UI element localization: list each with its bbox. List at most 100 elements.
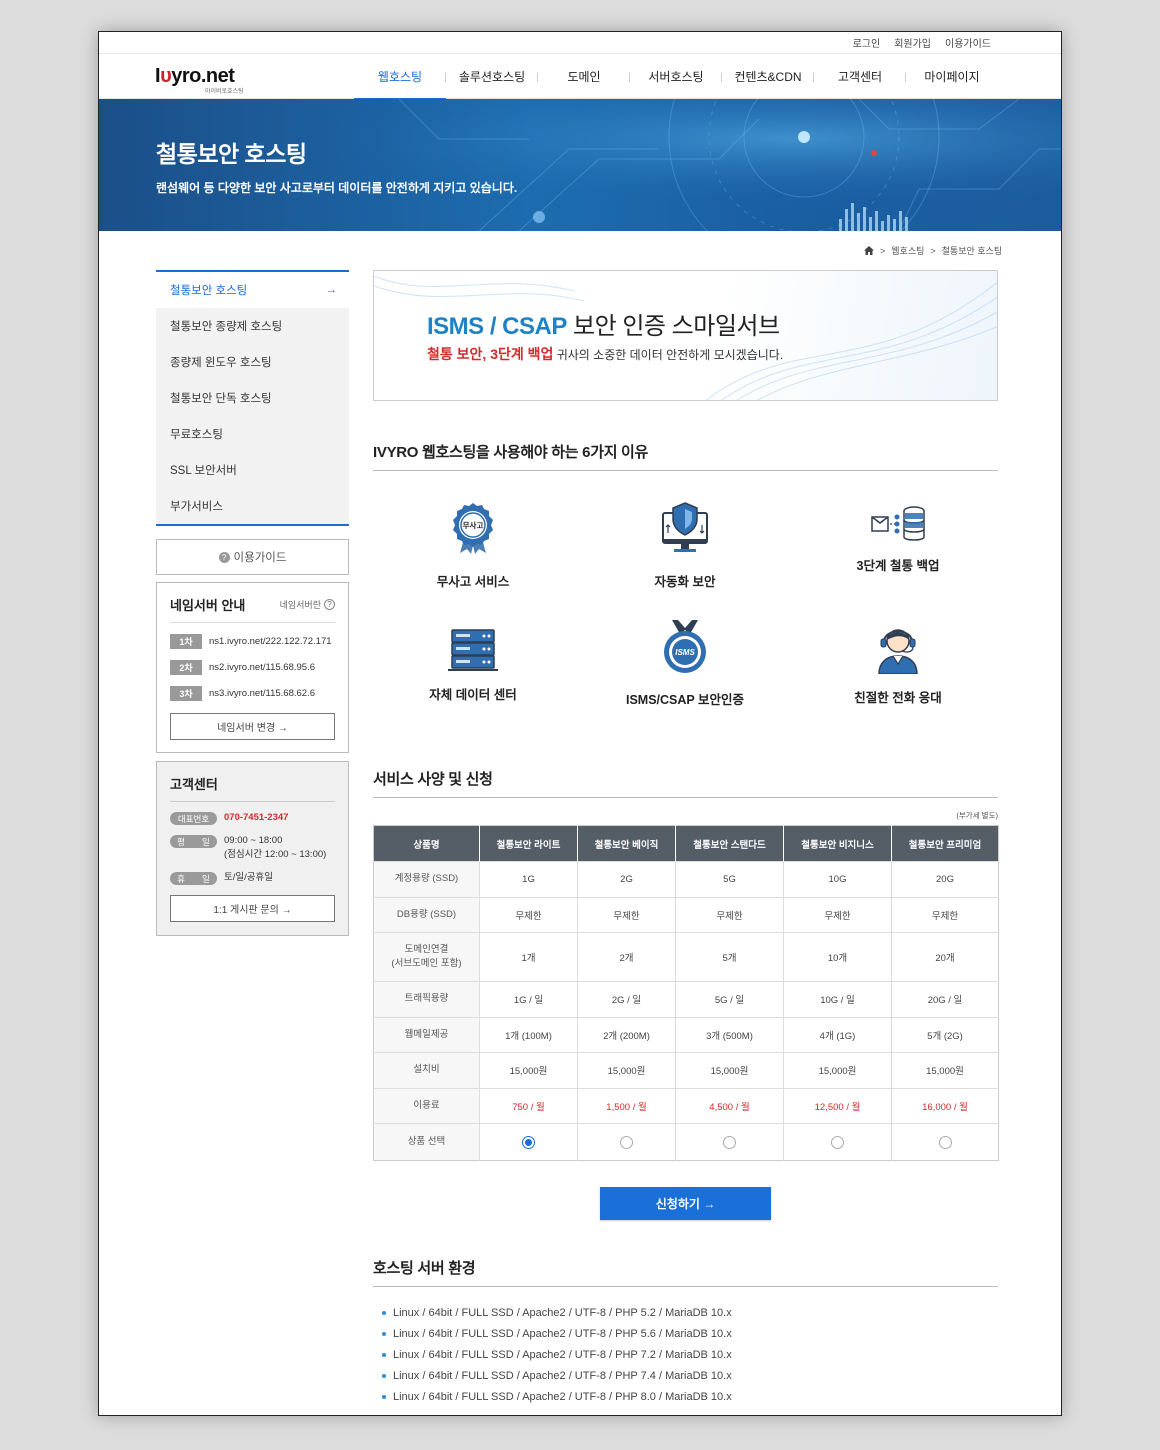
- table-cell: 15,000원: [479, 1052, 578, 1088]
- join-link[interactable]: 회원가입: [894, 35, 931, 50]
- guide-link[interactable]: 이용가이드: [945, 35, 991, 50]
- sidebar-item-metered-hosting[interactable]: 철통보안 종량제 호스팅: [156, 308, 349, 344]
- nav-mypage[interactable]: 마이페이지: [906, 54, 998, 99]
- spec-header-cell: 철통보안 프리미엄: [891, 825, 999, 862]
- row-label-line: 도메인연결: [404, 944, 449, 955]
- reasons-title: IVYRO 웹호스팅을 사용해야 하는 6가지 이유: [373, 441, 998, 471]
- reason-label: 3단계 철통 백업: [856, 559, 940, 573]
- row-label: 계정용량 (SSD): [373, 861, 480, 897]
- cs-holiday: 토/일/공휴일: [224, 872, 273, 883]
- product-radio-business[interactable]: [831, 1135, 844, 1149]
- list-item: Linux / 64bit / FULL SSD / Apache2 / UTF…: [373, 1386, 998, 1407]
- usage-guide-button[interactable]: ? 이용가이드: [156, 539, 349, 575]
- nav-label: 도메인: [567, 70, 601, 84]
- question-icon: ?: [218, 551, 230, 563]
- nameserver-help-label: 네임서버란: [279, 600, 321, 610]
- radio-cell: [479, 1123, 578, 1161]
- nav-server-hosting[interactable]: 서버호스팅: [630, 54, 722, 99]
- nameserver-title: 네임서버 안내: [170, 598, 246, 613]
- table-cell: 무제한: [783, 896, 892, 933]
- table-cell: 5개 (2G): [891, 1016, 999, 1053]
- nameserver-tag: 2차: [170, 660, 202, 675]
- reason-label: 친절한 전화 응대: [854, 691, 942, 705]
- change-nameserver-button[interactable]: 네임서버 변경 →: [170, 713, 335, 740]
- table-cell: 무제한: [577, 896, 676, 933]
- radio-cell: [783, 1123, 892, 1161]
- table-row: 이용료 750 / 월 1,500 / 월 4,500 / 월 12,500 /…: [373, 1087, 999, 1124]
- table-cell: 2G: [577, 861, 676, 897]
- sidebar-item-label: 무료호스팅: [170, 429, 223, 441]
- row-label: 이용료: [373, 1087, 480, 1124]
- promo-headline: ISMS / CSAP 보안 인증 스마일서브: [427, 306, 780, 341]
- reason-label: 자체 데이터 센터: [429, 688, 517, 702]
- cs-row-weekday: 평 일 09:00 ~ 18:00 (점심시간 12:00 ~ 13:00): [170, 835, 335, 862]
- reason-label: 무사고 서비스: [436, 575, 510, 589]
- medal-text: ISMS: [675, 648, 695, 657]
- nav-label: 솔루션호스팅: [458, 70, 526, 84]
- product-radio-premium[interactable]: [938, 1135, 952, 1149]
- sidebar-item-label: 철통보안 호스팅: [170, 285, 248, 297]
- list-item: Linux / 64bit / FULL SSD / Apache2 / UTF…: [373, 1365, 998, 1386]
- nameserver-value: ns2.ivyro.net/115.68.95.6: [209, 662, 315, 673]
- main-content: ISMS / CSAP 보안 인증 스마일서브 철통 보안, 3단계 백업 귀사…: [373, 270, 999, 1407]
- row-label: 도메인연결 (서브도메인 포함): [373, 932, 480, 982]
- reason-label: 자동화 보안: [654, 575, 716, 589]
- list-item: Linux / 64bit / FULL SSD / Apache2 / UTF…: [373, 1323, 998, 1344]
- customer-center-header: 고객센터: [170, 774, 335, 802]
- table-cell: 10개: [783, 932, 892, 982]
- reason-item: 무사고 무사고 서비스: [373, 501, 573, 590]
- list-item: Linux / 64bit / FULL SSD / Apache2 / UTF…: [373, 1302, 998, 1323]
- sidebar-item-dedicated-hosting[interactable]: 철통보안 단독 호스팅: [156, 380, 349, 416]
- radio-cell: [675, 1123, 784, 1161]
- table-cell: 무제한: [479, 896, 578, 933]
- reason-label: ISMS/CSAP 보안인증: [625, 693, 744, 707]
- database-backup-icon: [871, 506, 925, 541]
- breadcrumb-item[interactable]: 철통보안 호스팅: [942, 244, 1002, 257]
- one-to-one-inquiry-button[interactable]: 1:1 게시판 문의 →: [170, 895, 335, 922]
- nav-contents-cdn[interactable]: 컨텐츠&CDN: [722, 54, 814, 99]
- table-cell: 무제한: [891, 896, 999, 933]
- apply-button[interactable]: 신청하기 →: [600, 1187, 771, 1220]
- nameserver-tag: 3차: [170, 686, 202, 701]
- breadcrumb: > 웹호스팅 > 철통보안 호스팅: [864, 244, 1002, 257]
- site-logo[interactable]: Iᴜyro.net: [155, 65, 235, 88]
- row-label: 설치비: [373, 1052, 480, 1088]
- table-cell: 2G / 일: [577, 981, 676, 1017]
- table-row: 도메인연결 (서브도메인 포함) 1개 2개 5개 10개 20개: [373, 932, 999, 982]
- table-cell: 3개 (500M): [675, 1016, 784, 1053]
- product-radio-lite[interactable]: [522, 1135, 535, 1149]
- logo-text: yro.net: [171, 65, 235, 87]
- table-cell: 4개 (1G): [783, 1016, 892, 1053]
- promo-highlight: 철통 보안, 3단계 백업: [427, 346, 554, 362]
- table-cell: 1G / 일: [479, 981, 578, 1017]
- product-radio-standard[interactable]: [723, 1135, 736, 1149]
- nav-customer-center[interactable]: 고객센터: [814, 54, 906, 99]
- nav-webhosting[interactable]: 웹호스팅: [354, 54, 446, 100]
- sidebar-item-free-hosting[interactable]: 무료호스팅: [156, 416, 349, 452]
- table-cell: 1개 (100M): [479, 1016, 578, 1053]
- reason-item: 자체 데이터 센터: [373, 628, 573, 703]
- nameserver-value: ns1.ivyro.net/222.122.72.171: [209, 636, 332, 647]
- table-row: 웹메일제공 1개 (100M) 2개 (200M) 3개 (500M) 4개 (…: [373, 1016, 999, 1053]
- breadcrumb-item[interactable]: 웹호스팅: [891, 244, 924, 257]
- monitor-shield-icon: [662, 502, 708, 552]
- home-icon[interactable]: [864, 246, 874, 255]
- nameserver-help-link[interactable]: 네임서버란?: [280, 598, 335, 611]
- spec-header-cell: 상품명: [373, 825, 480, 862]
- sidebar-item-secure-hosting[interactable]: 철통보안 호스팅 →: [156, 272, 349, 308]
- sidebar-item-ssl[interactable]: SSL 보안서버: [156, 452, 349, 488]
- sidebar-item-windows-hosting[interactable]: 종량제 윈도우 호스팅: [156, 344, 349, 380]
- row-label: 웹메일제공: [373, 1016, 480, 1053]
- usage-guide-label: 이용가이드: [233, 552, 287, 564]
- logo-heart-u: ᴜ: [160, 65, 172, 87]
- spec-header-cell: 철통보안 라이트: [479, 825, 578, 862]
- nav-domain[interactable]: 도메인: [538, 54, 630, 99]
- nav-solution-hosting[interactable]: 솔루션호스팅: [446, 54, 538, 99]
- env-list: Linux / 64bit / FULL SSD / Apache2 / UTF…: [373, 1302, 998, 1407]
- isms-medal-icon: ISMS: [664, 620, 706, 673]
- sidebar-item-label: 부가서비스: [170, 501, 223, 513]
- nameserver-box: 네임서버 안내 네임서버란? 1차 ns1.ivyro.net/222.122.7…: [156, 582, 349, 753]
- product-radio-basic[interactable]: [620, 1135, 633, 1149]
- login-link[interactable]: 로그인: [853, 35, 881, 50]
- sidebar-item-addon[interactable]: 부가서비스: [156, 488, 349, 524]
